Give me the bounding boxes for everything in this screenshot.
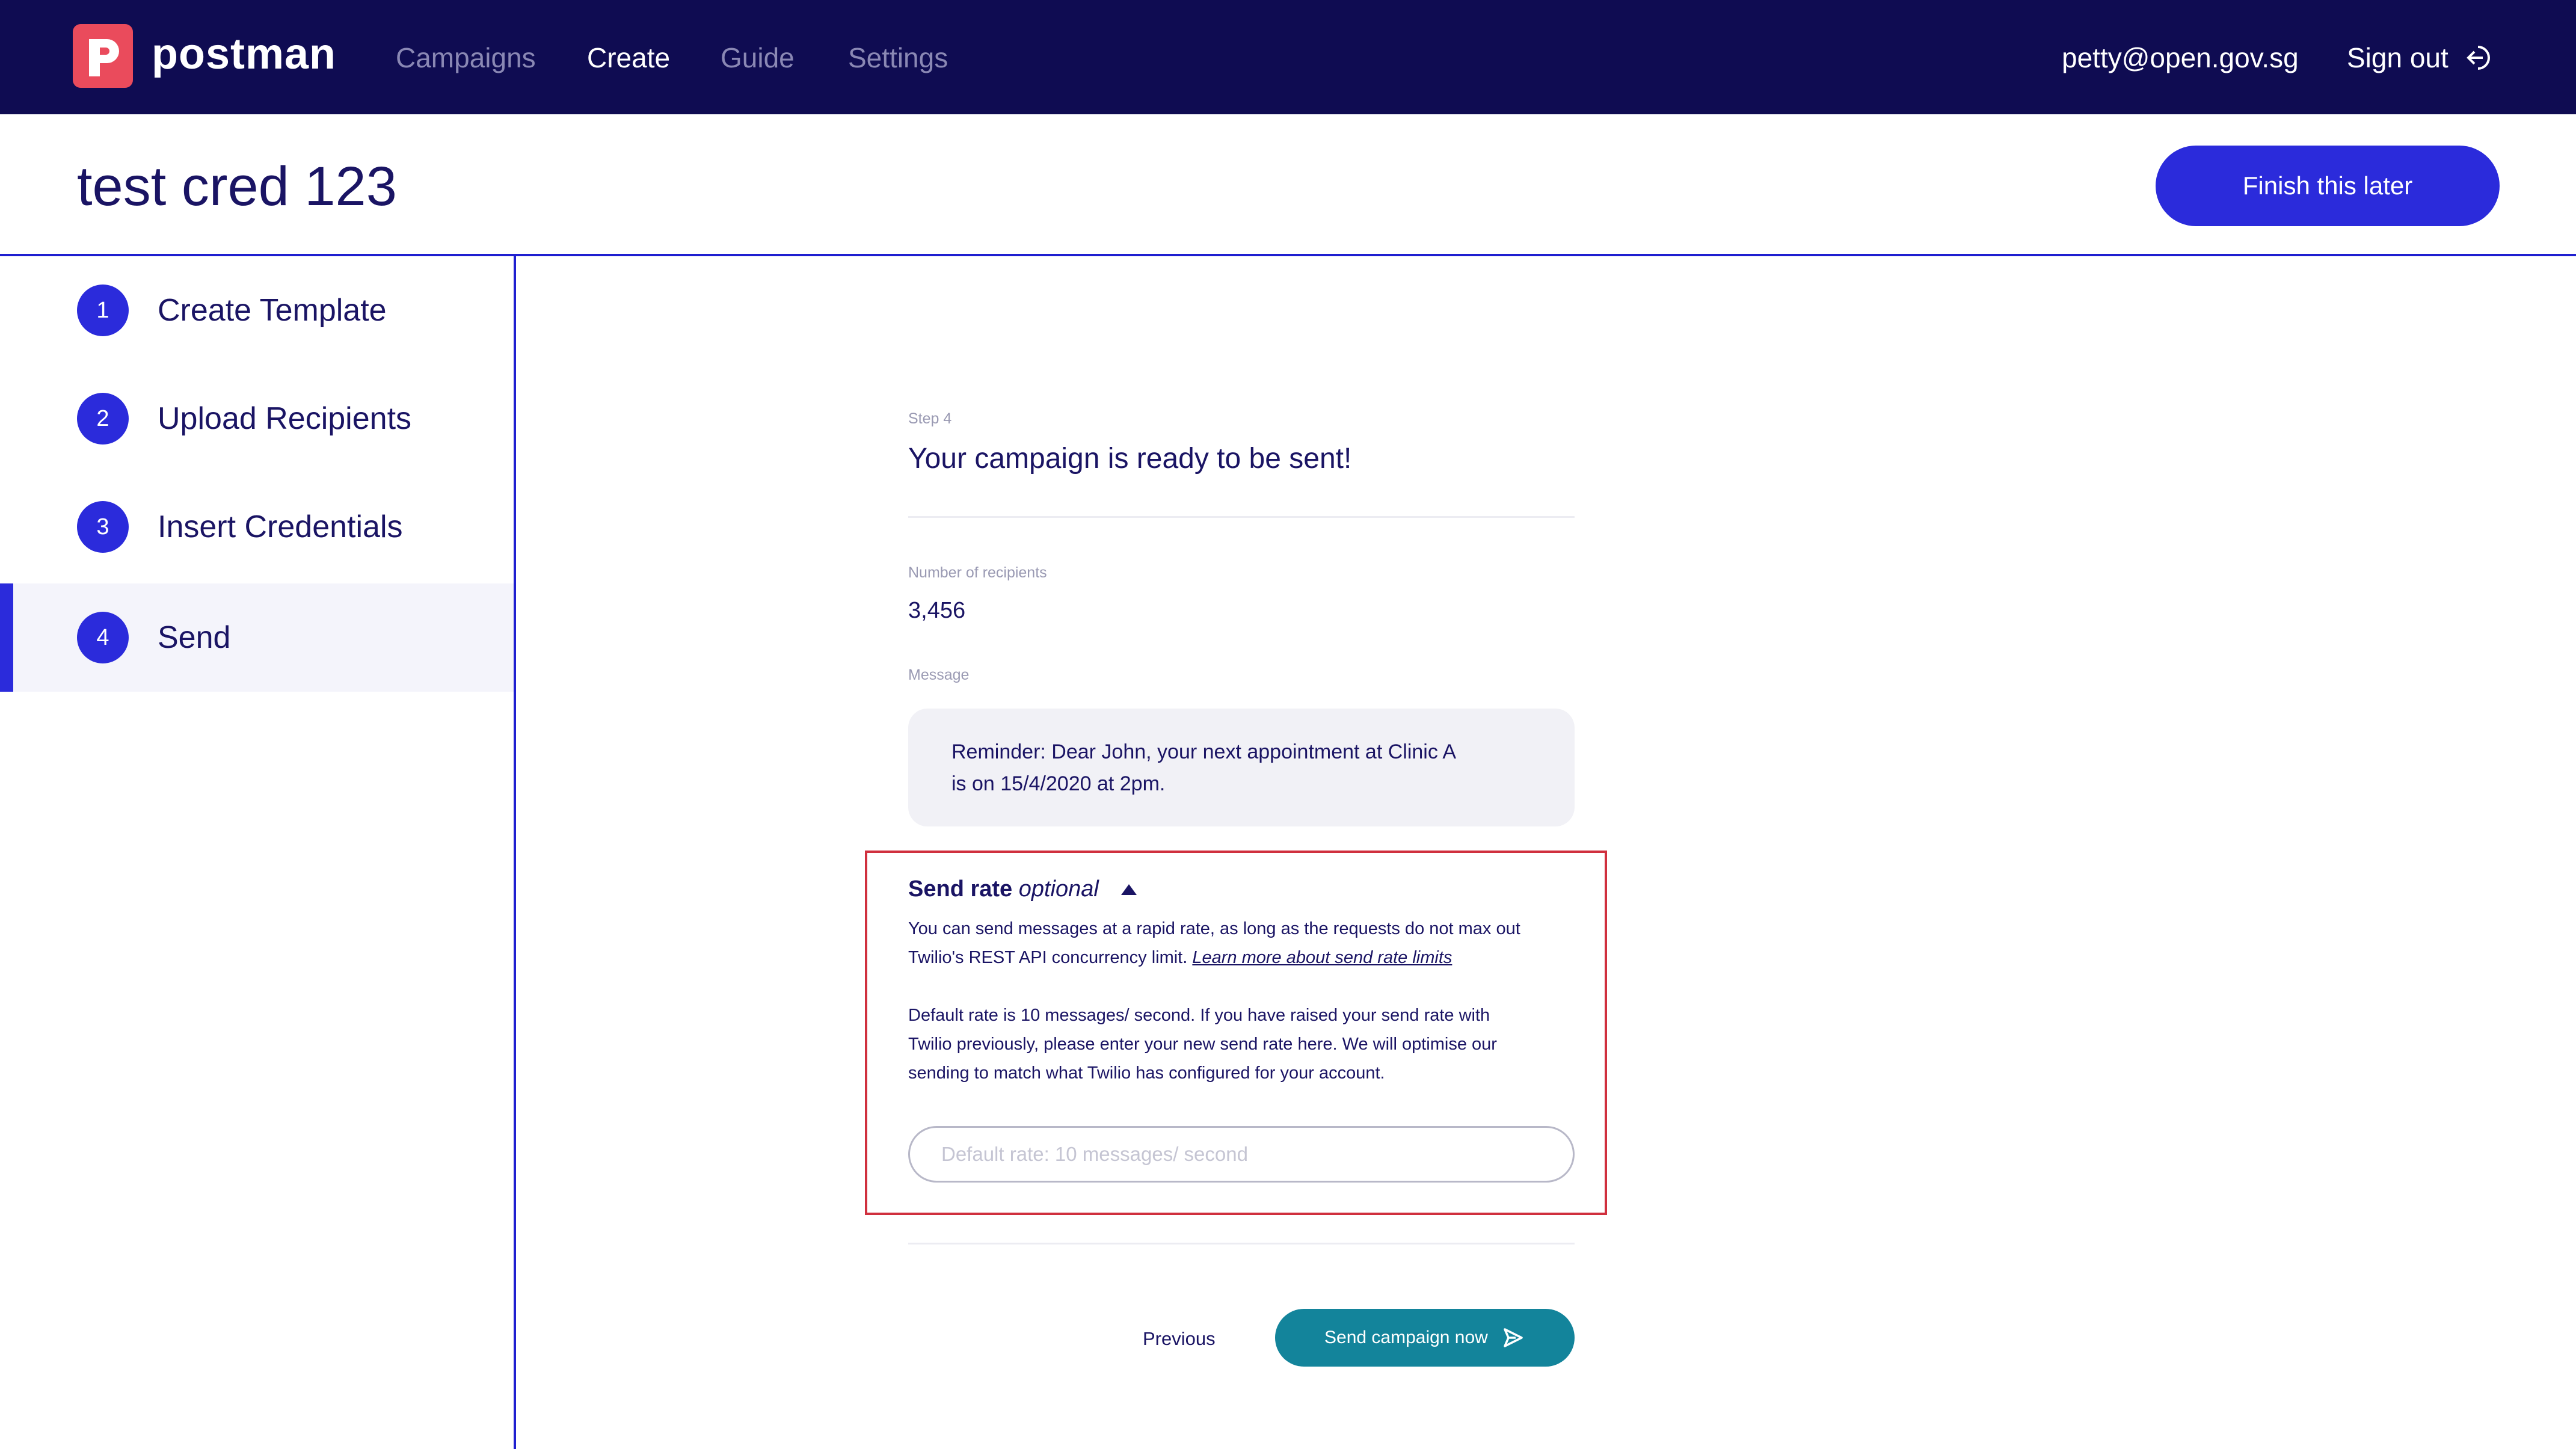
nav-link-guide[interactable]: Guide (721, 35, 795, 81)
page-title: test cred 123 (77, 156, 397, 217)
postman-logo-icon[interactable] (76, 27, 130, 85)
send-rate-description: You can send messages at a rapid rate, a… (908, 914, 1582, 972)
caret-up-icon[interactable] (1120, 883, 1138, 896)
description-line: Default rate is 10 messages/ second. If … (908, 1006, 1490, 1025)
send-campaign-button[interactable]: Send campaign now (1275, 1309, 1575, 1367)
sign-out-link[interactable]: Sign out (2347, 35, 2448, 81)
nav-link-create[interactable]: Create (587, 35, 670, 81)
sign-out-icon[interactable] (2465, 42, 2496, 73)
finish-later-button[interactable]: Finish this later (2156, 146, 2500, 226)
campaign-header: test cred 123 Finish this later (0, 114, 2576, 256)
send-rate-optional-tag: optional (1018, 876, 1099, 902)
description-line: Twilio's REST API concurrency limit. Lea… (908, 943, 1582, 972)
previous-button[interactable]: Previous (1143, 1321, 1216, 1357)
message-line: Reminder: Dear John, your next appointme… (951, 740, 1457, 763)
nav-link-settings[interactable]: Settings (848, 35, 948, 81)
message-preview: Reminder: Dear John, your next appointme… (908, 709, 1575, 826)
step-label: Upload Recipients (158, 401, 412, 436)
recipients-label: Number of recipients (908, 564, 1047, 581)
sidebar-step-create-template[interactable]: 1 Create Template (0, 256, 514, 365)
description-text: Twilio's REST API concurrency limit. (908, 948, 1188, 967)
send-rate-title: Send rate (908, 876, 1013, 902)
description-line: sending to match what Twilio has configu… (908, 1063, 1385, 1083)
divider (908, 516, 1575, 518)
sidebar-step-upload-recipients[interactable]: 2 Upload Recipients (0, 365, 514, 473)
step-number-badge: 2 (77, 393, 129, 445)
message-label: Message (908, 666, 970, 683)
step-number-badge: 1 (77, 285, 129, 336)
step-label: Create Template (158, 293, 387, 328)
sidebar-step-insert-credentials[interactable]: 3 Insert Credentials (0, 473, 514, 581)
description-line: You can send messages at a rapid rate, a… (908, 919, 1520, 938)
step-caption: Step 4 (908, 410, 952, 427)
description-line: Twilio previously, please enter your new… (908, 1035, 1497, 1054)
learn-more-link[interactable]: Learn more about send rate limits (1192, 948, 1452, 967)
sidebar-step-send[interactable]: 4 Send (0, 583, 514, 692)
steps-sidebar: 1 Create Template 2 Upload Recipients 3 … (0, 256, 516, 1449)
send-rate-input[interactable] (908, 1126, 1575, 1183)
step-heading: Your campaign is ready to be sent! (908, 443, 1352, 475)
send-icon (1504, 1328, 1523, 1347)
message-line: is on 15/4/2020 at 2pm. (951, 772, 1166, 795)
default-rate-description: Default rate is 10 messages/ second. If … (908, 1001, 1582, 1088)
top-navbar: postman Campaigns Create Guide Settings … (0, 0, 2576, 114)
step-number-badge: 3 (77, 501, 129, 553)
user-email: petty@open.gov.sg (2062, 42, 2299, 73)
send-rate-toggle[interactable]: Send rate optional (908, 871, 1099, 907)
divider (908, 1243, 1575, 1244)
step-label: Insert Credentials (158, 509, 403, 544)
step-label: Send (158, 620, 231, 655)
recipients-count: 3,456 (908, 598, 966, 623)
step-number-badge: 4 (77, 612, 129, 663)
send-button-label: Send campaign now (1324, 1327, 1488, 1347)
nav-link-campaigns[interactable]: Campaigns (396, 35, 536, 81)
brand-name[interactable]: postman (152, 25, 336, 83)
